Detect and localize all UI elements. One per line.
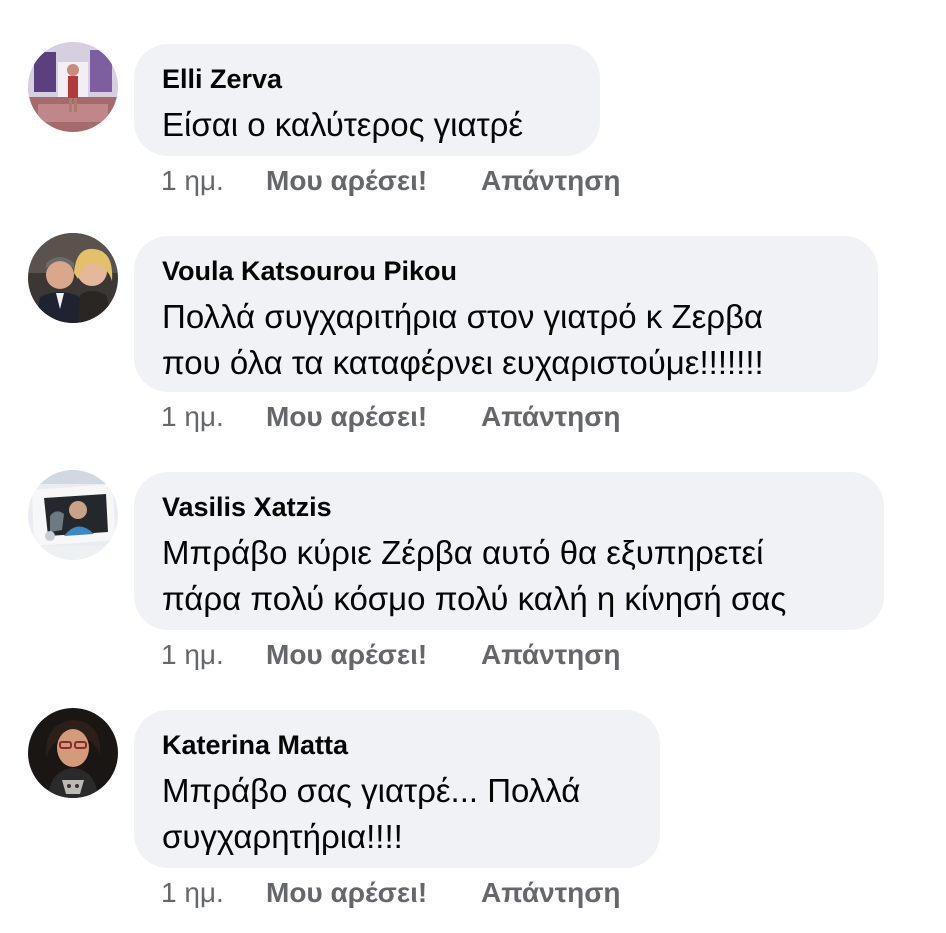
comment-bubble: Elli Zerva Είσαι ο καλύτερος γιατρέ (134, 44, 600, 156)
comment-text-line: Πολλά συγχαριτήρια στον γιατρό κ Ζερβα (162, 298, 764, 335)
comment-text-line: Μπράβο κύριε Ζέρβα αυτό θα εξυπηρετεί (162, 534, 764, 571)
comment-author[interactable]: Vasilis Xatzis (162, 490, 854, 524)
comment-timestamp[interactable]: 1 ημ. (161, 876, 266, 910)
comment-timestamp[interactable]: 1 ημ. (161, 638, 266, 672)
reply-button[interactable]: Απάντηση (481, 638, 621, 672)
avatar[interactable] (28, 708, 118, 798)
comment-actions: 1 ημ. Μου αρέσει! Απάντηση (161, 164, 621, 198)
reply-button[interactable]: Απάντηση (481, 876, 621, 910)
comment-author[interactable]: Voula Katsourou Pikou (162, 254, 848, 288)
comment-text-line: Μπράβο σας γιατρέ... Πολλά (162, 772, 581, 809)
comment-bubble: Voula Katsourou Pikou Πολλά συγχαριτήρια… (134, 236, 878, 392)
avatar[interactable] (28, 470, 118, 560)
like-button[interactable]: Μου αρέσει! (266, 400, 481, 434)
comment-text: Μπράβο κύριε Ζέρβα αυτό θα εξυπηρετεί πά… (162, 530, 854, 622)
comment-text-line: Είσαι ο καλύτερος γιατρέ (162, 106, 524, 143)
comment-actions: 1 ημ. Μου αρέσει! Απάντηση (161, 400, 621, 434)
profile-photo-couple-icon (28, 233, 118, 323)
comment-bubble: Katerina Matta Μπράβο σας γιατρέ... Πολλ… (134, 710, 660, 868)
comment-timestamp[interactable]: 1 ημ. (161, 164, 266, 198)
like-button[interactable]: Μου αρέσει! (266, 638, 481, 672)
comment-author[interactable]: Katerina Matta (162, 728, 630, 762)
comment-actions: 1 ημ. Μου αρέσει! Απάντηση (161, 876, 621, 910)
profile-photo-woman-stage-icon (28, 42, 118, 132)
profile-photo-man-in-car-icon (28, 470, 118, 560)
comment-thread: Elli Zerva Είσαι ο καλύτερος γιατρέ 1 ημ… (0, 0, 946, 933)
reply-button[interactable]: Απάντηση (481, 400, 621, 434)
like-button[interactable]: Μου αρέσει! (266, 876, 481, 910)
profile-photo-woman-glasses-icon (28, 708, 118, 798)
comment-text: Μπράβο σας γιατρέ... Πολλά συγχαρητήρια!… (162, 768, 630, 860)
avatar[interactable] (28, 233, 118, 323)
reply-button[interactable]: Απάντηση (481, 164, 621, 198)
comment-timestamp[interactable]: 1 ημ. (161, 400, 266, 434)
comment-text: Πολλά συγχαριτήρια στον γιατρό κ Ζερβα π… (162, 294, 848, 386)
comment-text-line: που όλα τα καταφέρνει ευχαριστούμε!!!!!!… (162, 344, 764, 381)
comment-author[interactable]: Elli Zerva (162, 62, 570, 96)
comment-text-line: πάρα πολύ κόσμο πολύ καλή η κίνησή σας (162, 580, 787, 617)
like-button[interactable]: Μου αρέσει! (266, 164, 481, 198)
comment-actions: 1 ημ. Μου αρέσει! Απάντηση (161, 638, 621, 672)
avatar[interactable] (28, 42, 118, 132)
comment-bubble: Vasilis Xatzis Μπράβο κύριε Ζέρβα αυτό θ… (134, 472, 884, 630)
comment-text: Είσαι ο καλύτερος γιατρέ (162, 102, 570, 148)
comment-text-line: συγχαρητήρια!!!! (162, 818, 403, 855)
